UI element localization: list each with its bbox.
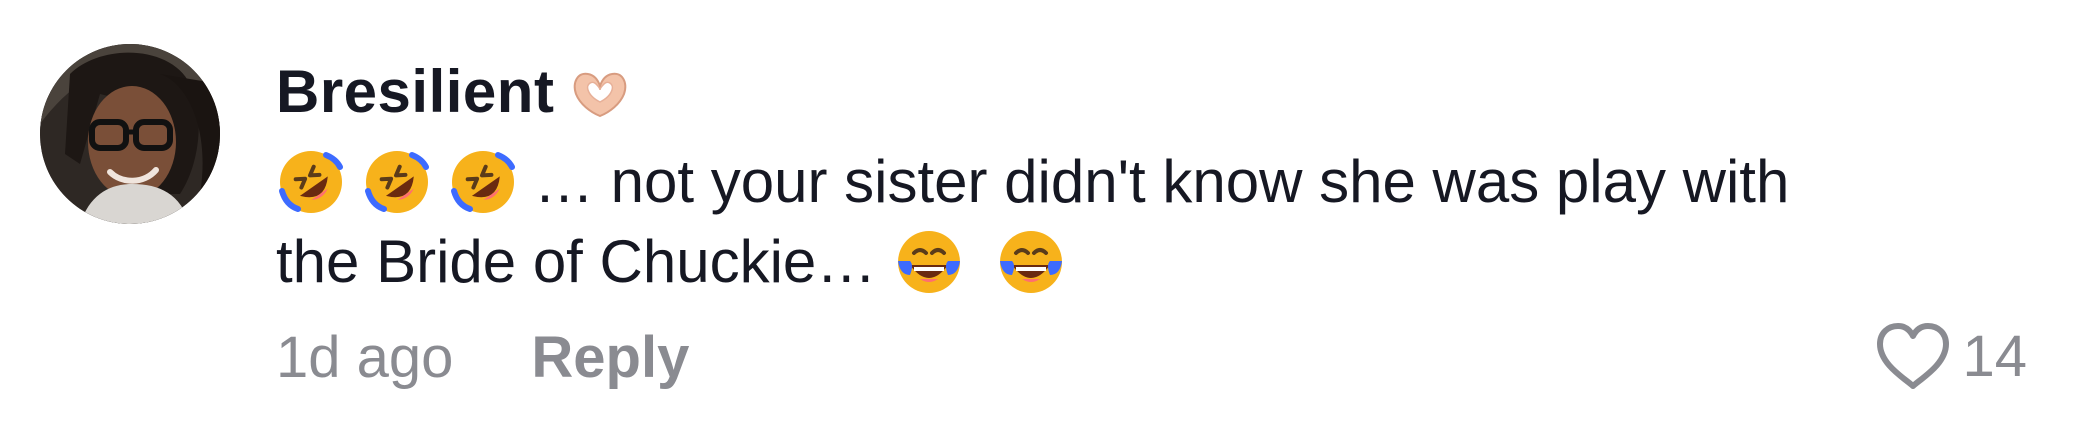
heart-outline-icon[interactable]: [1874, 320, 1952, 392]
username[interactable]: Bresilient: [276, 62, 554, 122]
comment-meta-row: 1d ago Reply: [276, 322, 689, 392]
comment-text-2: the Bride of Chuckie…: [276, 228, 877, 295]
tears-of-joy-icon: [894, 227, 964, 297]
comment-text-1: … not your sister didn't know she was pl…: [534, 148, 1790, 215]
comment-text-line-1: … not your sister didn't know she was pl…: [276, 146, 1789, 218]
rolling-on-floor-laughing-icon: [448, 147, 518, 217]
reply-button[interactable]: Reply: [531, 324, 689, 391]
like-area: 14: [1874, 318, 2027, 394]
rolling-on-floor-laughing-icon: [276, 147, 346, 217]
like-count: 14: [1962, 323, 2027, 389]
comment-timestamp: 1d ago: [276, 324, 454, 390]
username-row: Bresilient: [276, 52, 632, 132]
avatar[interactable]: [40, 44, 220, 224]
heart-hands-icon: [568, 60, 632, 124]
rolling-on-floor-laughing-icon: [362, 147, 432, 217]
tears-of-joy-icon: [996, 227, 1066, 297]
comment-text-line-2: the Bride of Chuckie…: [276, 226, 1080, 298]
comment-item: Bresilient … not your sister didn't know…: [0, 0, 2087, 441]
